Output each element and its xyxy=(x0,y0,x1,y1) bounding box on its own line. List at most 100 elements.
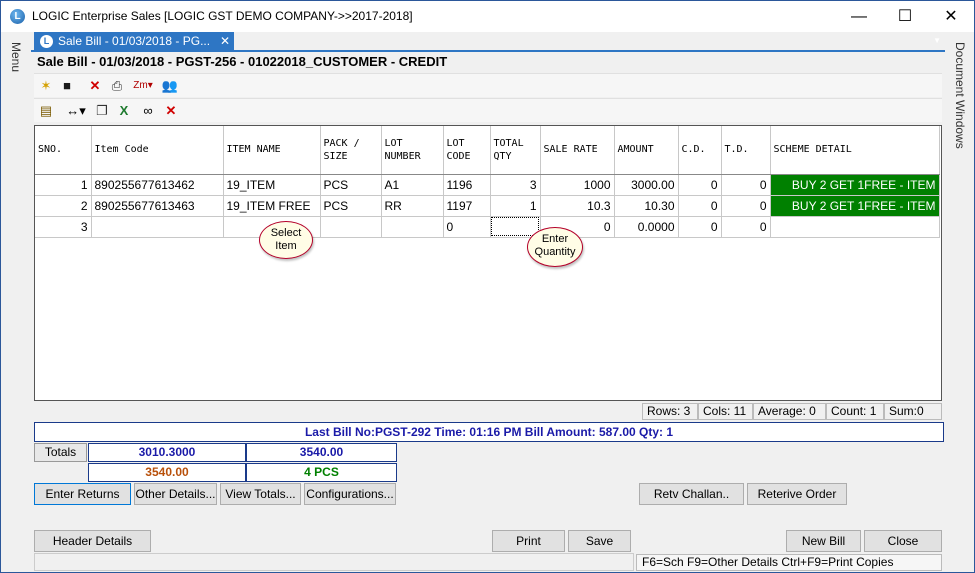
header-details-button[interactable]: Header Details xyxy=(34,530,151,552)
grid-cell[interactable]: 3000.00 xyxy=(614,174,679,196)
table-row[interactable]: 3 0 0 0.0000 0 0 xyxy=(35,216,940,238)
grid-cell[interactable]: 1 xyxy=(490,195,541,217)
grid-cell[interactable]: 10.3 xyxy=(540,195,615,217)
enter-quantity-callout: Enter Quantity xyxy=(527,227,583,267)
grid-cell[interactable] xyxy=(770,216,940,238)
grid-cell[interactable]: 0 xyxy=(721,216,771,238)
save-button[interactable]: Save xyxy=(568,530,631,552)
totals-label: Totals xyxy=(34,443,87,462)
status-count: Count: 1 xyxy=(826,403,884,420)
grid-cell[interactable]: 1000 xyxy=(540,174,615,196)
users-icon[interactable]: 👥 xyxy=(161,77,179,95)
menu-panel[interactable]: Menu xyxy=(1,32,31,572)
total-quantity: 4 PCS xyxy=(246,463,397,482)
new-bill-button[interactable]: New Bill xyxy=(786,530,861,552)
callout-text: Enter Quantity xyxy=(534,233,576,258)
tab-sale-bill[interactable]: L Sale Bill - 01/03/2018 - PG... ✕ xyxy=(34,32,234,51)
grid-cell[interactable]: RR xyxy=(381,195,444,217)
grid-cell[interactable]: 1 xyxy=(35,174,92,196)
items-table[interactable]: SNO. Item Code ITEM NAME PACK / SIZE LOT NUM… xyxy=(35,126,940,238)
calculator-icon[interactable]: ▤ xyxy=(37,102,55,120)
column-header[interactable]: Item Code xyxy=(91,126,224,175)
minimize-button[interactable]: — xyxy=(836,1,882,32)
grid-cell[interactable]: 2 xyxy=(35,195,92,217)
column-header[interactable]: SCHEME DETAIL xyxy=(770,126,940,175)
print-button[interactable]: Print xyxy=(492,530,565,552)
status-rows: Rows: 3 xyxy=(642,403,698,420)
grid-cell[interactable]: 19_ITEM xyxy=(223,174,321,196)
app-logo-icon: L xyxy=(10,9,25,24)
grid-cell[interactable]: PCS xyxy=(320,174,382,196)
configurations-button[interactable]: Configurations... xyxy=(304,483,396,505)
menu-label[interactable]: Menu xyxy=(9,42,23,72)
column-header[interactable]: LOT NUMBER xyxy=(381,126,444,175)
table-row[interactable]: 1 890255677613462 19_ITEM PCS A1 1196 3 1000 300… xyxy=(35,174,940,196)
app-window: L LOGIC Enterprise Sales [LOGIC GST DEMO… xyxy=(0,0,975,573)
view-totals-button[interactable]: View Totals... xyxy=(220,483,301,505)
grid-cell[interactable] xyxy=(91,216,224,238)
grid-cell[interactable] xyxy=(381,216,444,238)
grid-cell[interactable]: 0 xyxy=(678,195,722,217)
window-title: LOGIC Enterprise Sales [LOGIC GST DEMO C… xyxy=(32,9,413,23)
tab-label: Sale Bill - 01/03/2018 - PG... xyxy=(58,34,211,48)
new-icon[interactable]: ✶ xyxy=(37,77,55,95)
grid-cell[interactable]: 0 xyxy=(678,216,722,238)
clear-icon[interactable]: ✕ xyxy=(162,102,180,120)
zoom-icon[interactable]: Zm▾ xyxy=(130,77,156,95)
tab-close-button[interactable]: ✕ xyxy=(220,32,230,51)
grid-cell[interactable]: 10.30 xyxy=(614,195,679,217)
column-header[interactable]: SNO. xyxy=(35,126,92,175)
print-icon[interactable]: ⎙ xyxy=(108,77,126,95)
save-icon[interactable]: ■ xyxy=(58,77,76,95)
document-windows-label[interactable]: Document Windows xyxy=(953,42,967,149)
page-title: Sale Bill - 01/03/2018 - PGST-256 - 0102… xyxy=(37,54,448,69)
grid-cell[interactable]: 1197 xyxy=(443,195,491,217)
grid-cell[interactable]: BUY 2 GET 1FREE - ITEM xyxy=(770,195,940,217)
grid-cell[interactable]: 0 xyxy=(721,195,771,217)
delete-icon[interactable]: ✕ xyxy=(86,77,104,95)
retv-challan-button[interactable]: Retv Challan.. xyxy=(639,483,744,505)
grid-cell[interactable]: 0 xyxy=(678,174,722,196)
grid-cell[interactable]: 19_ITEM FREE xyxy=(223,195,321,217)
grid-cell[interactable]: 3 xyxy=(490,174,541,196)
grid-cell[interactable]: 3 xyxy=(35,216,92,238)
column-header[interactable]: T.D. xyxy=(721,126,771,175)
items-grid[interactable]: SNO. Item Code ITEM NAME PACK / SIZE LOT NUM… xyxy=(34,125,942,401)
app-logo-icon: L xyxy=(40,35,53,48)
grid-cell[interactable]: BUY 2 GET 1FREE - ITEM xyxy=(770,174,940,196)
grid-cell[interactable]: 890255677613463 xyxy=(91,195,224,217)
maximize-button[interactable]: ☐ xyxy=(882,1,928,32)
grid-cell[interactable]: PCS xyxy=(320,195,382,217)
enter-returns-button[interactable]: Enter Returns xyxy=(34,483,131,505)
retrieve-order-button[interactable]: Reterive Order xyxy=(747,483,847,505)
column-header[interactable]: AMOUNT xyxy=(614,126,679,175)
grid-cell[interactable]: 0 xyxy=(721,174,771,196)
close-window-button[interactable]: ✕ xyxy=(928,1,974,32)
grid-cell[interactable]: 0 xyxy=(443,216,491,238)
close-button[interactable]: Close xyxy=(864,530,942,552)
column-header[interactable]: SALE RATE xyxy=(540,126,615,175)
column-header[interactable]: ITEM NAME xyxy=(223,126,321,175)
chevron-down-icon[interactable]: ▼ xyxy=(933,36,941,45)
column-header[interactable]: LOT CODE xyxy=(443,126,491,175)
grid-cell[interactable]: 890255677613462 xyxy=(91,174,224,196)
copy-icon[interactable]: ❐ xyxy=(93,102,111,120)
last-bill-info: Last Bill No:PGST-292 Time: 01:16 PM Bil… xyxy=(34,422,944,442)
column-header[interactable]: C.D. xyxy=(678,126,722,175)
excel-icon[interactable]: X xyxy=(115,102,133,120)
grid-cell[interactable]: 0.0000 xyxy=(614,216,679,238)
find-icon[interactable]: ∞ xyxy=(139,102,157,120)
status-average: Average: 0 xyxy=(753,403,826,420)
grid-cell[interactable] xyxy=(320,216,382,238)
column-header[interactable]: PACK / SIZE xyxy=(320,126,382,175)
table-row[interactable]: 2 890255677613463 19_ITEM FREE PCS RR 1197 1 10… xyxy=(35,195,940,217)
toolbar-primary: ✶ ■ ✕ ⎙ Zm▾ 👥 xyxy=(34,73,942,97)
column-width-icon[interactable]: ↔▾ xyxy=(64,102,88,120)
other-details-button[interactable]: Other Details... xyxy=(134,483,217,505)
grid-cell[interactable]: A1 xyxy=(381,174,444,196)
column-header[interactable]: TOTAL QTY xyxy=(490,126,541,175)
select-item-callout: Select Item xyxy=(259,221,313,259)
grid-cell[interactable]: 1196 xyxy=(443,174,491,196)
footer-bar xyxy=(34,553,634,571)
document-windows-panel[interactable]: Document Windows xyxy=(947,32,974,572)
